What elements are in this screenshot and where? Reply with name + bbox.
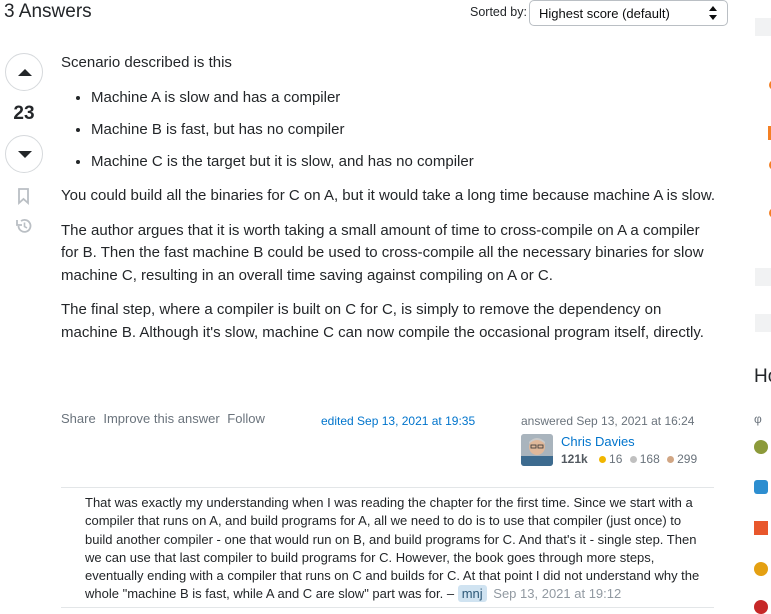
bronze-badge-count: 299 — [677, 452, 698, 466]
sidebar-heading: Ho — [754, 366, 771, 387]
answer-paragraph: You could build all the binaries for C o… — [61, 187, 716, 204]
select-arrows-icon — [709, 6, 717, 20]
improve-answer-link[interactable]: Improve this answer — [103, 411, 219, 426]
answer-paragraph: The author argues that it is worth takin… — [61, 221, 704, 284]
answer-body: Scenario described is this Machine A is … — [61, 52, 721, 356]
silver-badge-icon — [629, 456, 637, 463]
bookmark-flag-icon[interactable] — [754, 521, 768, 535]
user-stats: 121k 16 168 299 — [561, 452, 697, 466]
comment-divider — [61, 607, 714, 608]
sidebar-item[interactable] — [755, 314, 771, 332]
history-icon[interactable] — [15, 217, 33, 235]
user-name-link[interactable]: Chris Davies — [561, 434, 635, 449]
sort-label: Sorted by: — [470, 5, 527, 19]
chat-icon[interactable] — [754, 480, 768, 494]
site-icon[interactable] — [754, 440, 768, 454]
follow-link[interactable]: Follow — [227, 411, 265, 426]
silver-badge-count: 168 — [639, 452, 660, 466]
upvote-button[interactable] — [5, 53, 43, 91]
site-icon[interactable] — [754, 600, 768, 614]
arrow-up-icon — [18, 69, 32, 76]
phi-icon: φ — [754, 412, 762, 426]
avatar[interactable] — [521, 434, 553, 466]
downvote-button[interactable] — [5, 135, 43, 173]
post-menu: Share Improve this answer Follow — [61, 411, 269, 426]
vote-count: 23 — [13, 103, 35, 124]
answer-paragraph: The final step, where a compiler is buil… — [61, 301, 704, 341]
bronze-badge-icon — [667, 456, 675, 463]
sort-select-value: Highest score (default) — [539, 6, 670, 21]
list-item: Machine A is slow and has a compiler — [91, 87, 721, 110]
right-sidebar: Ho φ — [752, 0, 771, 614]
list-item: Machine C is the target but it is slow, … — [91, 151, 721, 174]
sidebar-item[interactable] — [755, 268, 771, 286]
edited-link[interactable]: edited Sep 13, 2021 at 19:35 — [321, 414, 475, 428]
bookmark-icon[interactable] — [15, 187, 33, 205]
answer-intro: Scenario described is this — [61, 54, 232, 71]
answered-timestamp: answered Sep 13, 2021 at 16:24 — [521, 414, 695, 428]
answer-bullet-list: Machine A is slow and has a compiler Mac… — [61, 87, 721, 174]
comment-divider — [61, 487, 714, 488]
answers-count-heading: 3 Answers — [4, 1, 92, 22]
list-item: Machine B is fast, but has no compiler — [91, 119, 721, 142]
arrow-down-icon — [18, 151, 32, 158]
comment-date-link[interactable]: Sep 13, 2021 at 19:12 — [493, 586, 621, 601]
comment: That was exactly my understanding when I… — [85, 494, 710, 604]
user-avatar-image — [521, 434, 553, 466]
gold-badge-count: 16 — [609, 452, 623, 466]
sort-select[interactable]: Highest score (default) — [529, 0, 728, 26]
reputation-score: 121k — [561, 452, 588, 466]
share-link[interactable]: Share — [61, 411, 96, 426]
sidebar-item[interactable] — [755, 18, 771, 36]
comment-author-link[interactable]: mnj — [457, 585, 487, 603]
flower-icon[interactable] — [754, 562, 768, 576]
gold-badge-icon — [599, 456, 607, 463]
